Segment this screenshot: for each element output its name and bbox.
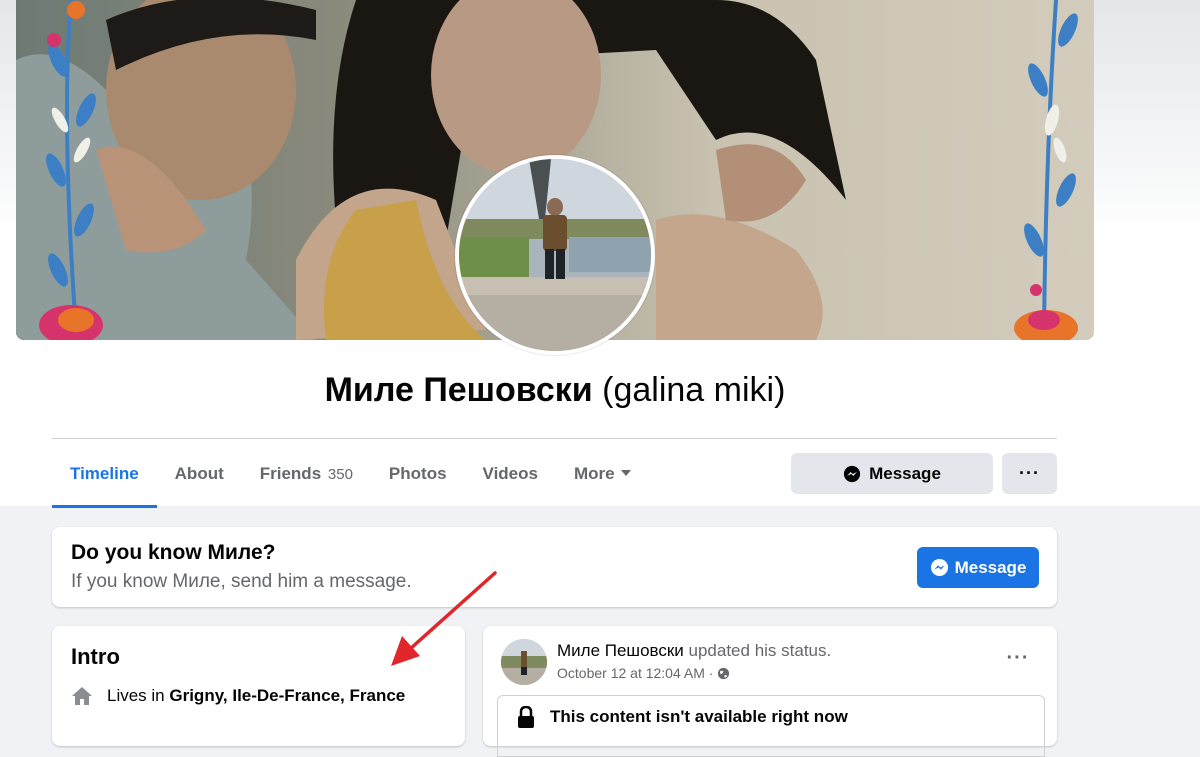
more-options-button[interactable]: ··· <box>1002 453 1057 494</box>
tab-photos-label: Photos <box>388 464 447 483</box>
tab-friends-label: Friends <box>259 464 322 483</box>
lives-in-location[interactable]: Grigny, Ile-De-France, France <box>169 686 405 705</box>
more-options-icon: ··· <box>1019 463 1040 483</box>
post-card: Миле Пешовски updated his status. Octobe… <box>483 626 1057 757</box>
post-options-icon: ··· <box>1006 647 1030 669</box>
unavailable-content-box: This content isn't available right now <box>497 695 1045 757</box>
profile-name: Миле Пешовски <box>324 371 593 409</box>
avatar-photo <box>459 159 651 351</box>
tab-more-label: More <box>573 464 615 483</box>
tab-about-label: About <box>174 464 224 483</box>
know-card-title: Do you know Миле? <box>71 541 276 564</box>
lock-icon <box>518 706 534 728</box>
tab-more[interactable]: More <box>556 440 649 508</box>
unavailable-content-row: This content isn't available right now <box>516 706 848 728</box>
tab-photos[interactable]: Photos <box>371 440 465 508</box>
messenger-icon <box>843 465 861 482</box>
tab-videos-label: Videos <box>482 464 538 483</box>
tab-about[interactable]: About <box>157 440 242 508</box>
friends-count: 350 <box>327 466 353 483</box>
profile-avatar[interactable] <box>455 155 655 355</box>
post-author-avatar[interactable] <box>501 639 547 685</box>
profile-name-line: Миле Пешовски (galina miki) <box>0 368 1110 412</box>
post-author-name[interactable]: Миле Пешовски <box>557 641 684 660</box>
tab-timeline-label: Timeline <box>70 464 139 483</box>
know-card-subtitle: If you know Миле, send him a message. <box>71 571 412 592</box>
intro-card: Intro Lives in Grigny, Ile-De-France, Fr… <box>52 626 465 746</box>
intro-lives-in: Lives in Grigny, Ile-De-France, France <box>71 686 405 706</box>
header-divider <box>52 438 1057 439</box>
tab-friends[interactable]: Friends 350 <box>242 440 371 508</box>
post-timestamp[interactable]: October 12 at 12:04 AM · <box>557 665 713 681</box>
message-button[interactable]: Message <box>791 453 993 494</box>
home-icon <box>72 687 92 705</box>
know-card-message-label: Message <box>954 557 1027 577</box>
intro-title: Intro <box>71 644 120 669</box>
lives-in-prefix: Lives in <box>107 686 170 705</box>
caret-down-icon <box>620 469 631 476</box>
post-options-button[interactable]: ··· <box>1001 646 1035 674</box>
know-card-message-button[interactable]: Message <box>917 547 1039 588</box>
globe-icon <box>718 667 730 679</box>
post-meta: October 12 at 12:04 AM · <box>557 665 730 681</box>
tab-timeline[interactable]: Timeline <box>52 440 157 508</box>
messenger-icon <box>930 558 948 577</box>
know-person-card: Do you know Миле? If you know Миле, send… <box>52 527 1057 607</box>
post-header: Миле Пешовски updated his status. <box>557 641 831 661</box>
unavailable-content-text: This content isn't available right now <box>550 707 848 726</box>
message-button-label: Message <box>869 463 941 483</box>
tab-videos[interactable]: Videos <box>465 440 556 508</box>
post-action-text: updated his status. <box>683 641 832 660</box>
profile-alternate-name: (galina miki) <box>602 371 786 409</box>
profile-tabs: Timeline About Friends 350 Photos Videos… <box>52 440 649 508</box>
